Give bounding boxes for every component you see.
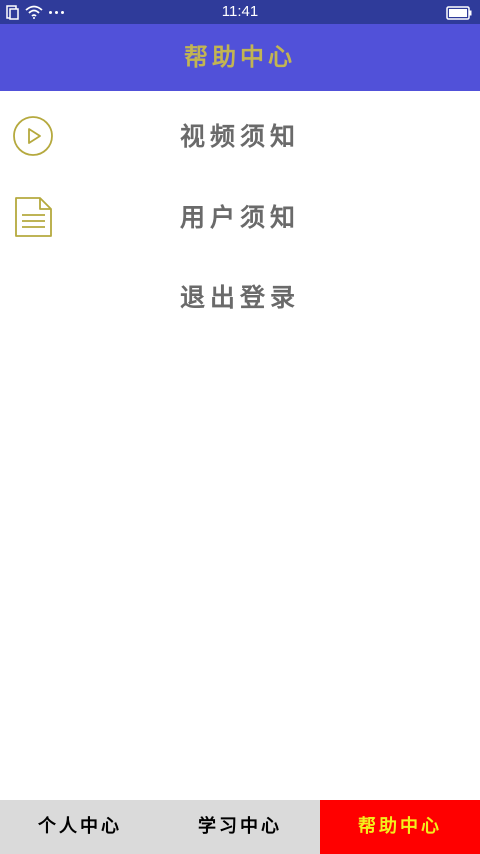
status-time: 11:41	[221, 3, 259, 20]
menu-item-label: 视频须知	[179, 122, 300, 151]
tab-personal-center[interactable]: 个人中心	[0, 800, 160, 854]
status-bar: 11:41	[0, 0, 480, 24]
menu-item-label: 用户须知	[179, 203, 300, 232]
bottom-tab-bar: 个人中心 学习中心 帮助中心	[0, 800, 480, 854]
menu-item-video-notice[interactable]: 视频须知	[0, 97, 480, 177]
menu-item-user-notice[interactable]: 用户须知	[0, 178, 480, 258]
battery-icon	[446, 5, 472, 20]
menu-item-logout[interactable]: 退出登录	[0, 258, 480, 338]
tab-study-center[interactable]: 学习中心	[160, 800, 320, 854]
page-title: 帮助中心	[184, 43, 296, 71]
app-header: 帮助中心	[0, 24, 480, 91]
menu-item-label: 退出登录	[179, 283, 300, 312]
tab-help-center[interactable]: 帮助中心	[320, 800, 480, 854]
